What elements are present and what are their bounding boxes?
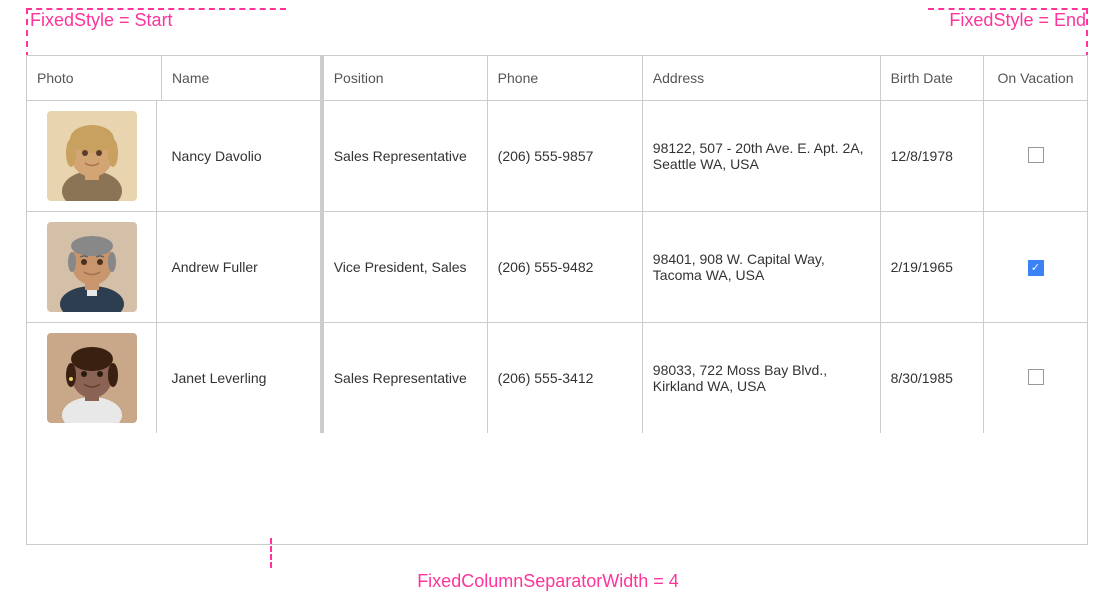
table-row: Janet LeverlingSales Representative(206)… bbox=[27, 323, 1087, 434]
cell-address-1: 98122, 507 - 20th Ave. E. Apt. 2A, Seatt… bbox=[642, 101, 880, 212]
cell-address-3: 98033, 722 Moss Bay Blvd., Kirkland WA, … bbox=[642, 323, 880, 434]
cell-position-1: Sales Representative bbox=[322, 101, 487, 212]
col-header-vacation: On Vacation bbox=[984, 56, 1087, 101]
bracket-top-right bbox=[928, 8, 1088, 58]
cell-photo-3 bbox=[27, 323, 157, 433]
vacation-checkbox-1[interactable] bbox=[1028, 147, 1044, 163]
cell-photo-2 bbox=[27, 212, 157, 322]
cell-vacation-1 bbox=[984, 101, 1087, 212]
cell-vacation-3 bbox=[984, 323, 1087, 434]
table-header-row: Photo Name Position Phone Address Birth … bbox=[27, 56, 1087, 101]
cell-phone-3: (206) 555-3412 bbox=[487, 323, 642, 434]
cell-position-3: Sales Representative bbox=[322, 323, 487, 434]
table-row: Nancy DavolioSales Representative(206) 5… bbox=[27, 101, 1087, 212]
cell-address-2: 98401, 908 W. Capital Way, Tacoma WA, US… bbox=[642, 212, 880, 323]
col-header-phone: Phone bbox=[487, 56, 642, 101]
cell-phone-2: (206) 555-9482 bbox=[487, 212, 642, 323]
cell-vacation-2: ✓ bbox=[984, 212, 1087, 323]
avatar-2 bbox=[47, 222, 137, 312]
col-header-name: Name bbox=[161, 56, 321, 101]
cell-name-2: Andrew Fuller bbox=[161, 212, 321, 323]
cell-phone-1: (206) 555-9857 bbox=[487, 101, 642, 212]
col-header-position: Position bbox=[322, 56, 487, 101]
cell-birthdate-2: 2/19/1965 bbox=[880, 212, 983, 323]
cell-name-1: Nancy Davolio bbox=[161, 101, 321, 212]
vacation-checkbox-2[interactable]: ✓ bbox=[1028, 260, 1044, 276]
fixed-column-separator-label: FixedColumnSeparatorWidth = 4 bbox=[417, 571, 679, 592]
cell-birthdate-1: 12/8/1978 bbox=[880, 101, 983, 212]
col-header-address: Address bbox=[642, 56, 880, 101]
bracket-top-left bbox=[26, 8, 286, 58]
cell-birthdate-3: 8/30/1985 bbox=[880, 323, 983, 434]
vacation-checkbox-3[interactable] bbox=[1028, 369, 1044, 385]
cell-name-3: Janet Leverling bbox=[161, 323, 321, 434]
col-header-photo: Photo bbox=[27, 56, 161, 101]
cell-position-2: Vice President, Sales bbox=[322, 212, 487, 323]
cell-photo-1 bbox=[27, 101, 157, 211]
col-header-birthdate: Birth Date bbox=[880, 56, 983, 101]
data-table: Photo Name Position Phone Address Birth … bbox=[26, 55, 1088, 545]
avatar-3 bbox=[47, 333, 137, 423]
avatar-1 bbox=[47, 111, 137, 201]
table-row: Andrew FullerVice President, Sales(206) … bbox=[27, 212, 1087, 323]
